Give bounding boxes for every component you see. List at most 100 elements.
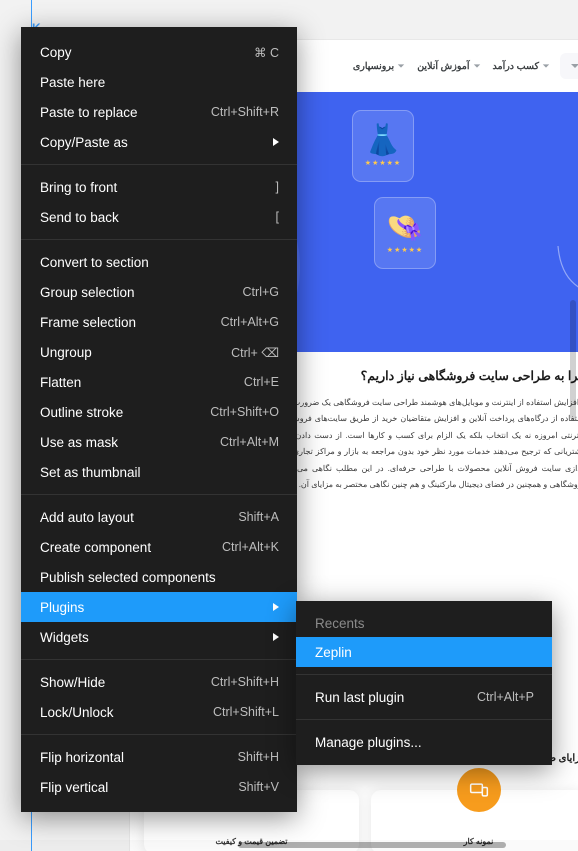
menu-item-show-hide[interactable]: Show/Hide Ctrl+Shift+H [21, 667, 297, 697]
menu-item-lock-unlock[interactable]: Lock/Unlock Ctrl+Shift+L [21, 697, 297, 727]
menu-item-label: Show/Hide [40, 674, 106, 690]
menu-item-shortcut: Ctrl+Shift+H [210, 675, 279, 689]
menu-item-flatten[interactable]: Flatten Ctrl+E [21, 367, 297, 397]
menu-separator [296, 719, 552, 720]
menu-separator [21, 239, 297, 240]
nav-item-label: آموزش آنلاین [417, 60, 470, 72]
menu-item-label: Add auto layout [40, 509, 134, 525]
submenu-arrow-icon [273, 603, 279, 611]
menu-item-label: Create component [40, 539, 152, 555]
menu-item-paste-here[interactable]: Paste here [21, 67, 297, 97]
menu-item-set-as-thumbnail[interactable]: Set as thumbnail [21, 457, 297, 487]
menu-item-label: Outline stroke [40, 404, 124, 420]
nav-item-2[interactable]: کسب درآمد [493, 61, 551, 72]
menu-item-label: Plugins [40, 599, 85, 615]
product-card-dress[interactable]: 👗 ★★★★★ [352, 110, 414, 182]
horizontal-scrollbar-thumb[interactable] [238, 842, 506, 848]
menu-item-shortcut: Ctrl+Shift+L [212, 705, 279, 719]
menu-item-shortcut: Ctrl+G [242, 285, 279, 299]
menu-item-use-as-mask[interactable]: Use as mask Ctrl+Alt+M [21, 427, 297, 457]
menu-item-ungroup[interactable]: Ungroup Ctrl+ ⌫ [21, 337, 297, 367]
menu-item-shortcut: Ctrl+Shift+O [210, 405, 279, 419]
menu-separator [296, 674, 552, 675]
menu-item-label: Paste here [40, 74, 106, 90]
submenu-item-manage-plugins[interactable]: Manage plugins... [296, 727, 552, 757]
menu-item-shortcut: Ctrl+Alt+G [220, 315, 279, 329]
menu-item-shortcut: Ctrl+ ⌫ [231, 345, 279, 360]
menu-item-label: Paste to replace [40, 104, 138, 120]
menu-item-label: Widgets [40, 629, 89, 645]
menu-item-shortcut: ⌘ C [254, 45, 279, 60]
rating-stars: ★★★★★ [386, 246, 424, 254]
menu-item-frame-selection[interactable]: Frame selection Ctrl+Alt+G [21, 307, 297, 337]
menu-item-label: Flip vertical [40, 779, 109, 795]
submenu-item-label: Zeplin [315, 644, 352, 660]
menu-item-copy-paste-as[interactable]: Copy/Paste as [21, 127, 297, 157]
devices-icon [456, 768, 501, 812]
menu-item-add-auto-layout[interactable]: Add auto layout Shift+A [21, 502, 297, 532]
menu-item-label: Set as thumbnail [40, 464, 141, 480]
menu-item-shortcut: ] [275, 180, 279, 194]
nav-item-0[interactable]: برونسپاری [353, 61, 405, 72]
menu-item-shortcut: Shift+V [238, 780, 279, 794]
nav-item-label: کسب درآمد [492, 60, 540, 72]
menu-item-flip-vertical[interactable]: Flip vertical Shift+V [21, 772, 297, 802]
menu-item-outline-stroke[interactable]: Outline stroke Ctrl+Shift+O [21, 397, 297, 427]
vertical-scrollbar-thumb[interactable] [570, 300, 576, 420]
submenu-item-label: Run last plugin [315, 689, 405, 705]
menu-item-send-to-back[interactable]: Send to back [ [21, 202, 297, 232]
submenu-arrow-icon [273, 138, 279, 146]
nav-item-1[interactable]: آموزش آنلاین [417, 61, 480, 72]
menu-item-shortcut: Shift+H [237, 750, 279, 764]
menu-item-label: Use as mask [40, 434, 119, 450]
menu-separator [21, 494, 297, 495]
chevron-down-icon [473, 64, 480, 68]
submenu-arrow-icon [273, 633, 279, 641]
menu-item-create-component[interactable]: Create component Ctrl+Alt+K [21, 532, 297, 562]
menu-item-group-selection[interactable]: Group selection Ctrl+G [21, 277, 297, 307]
menu-item-shortcut: Ctrl+Alt+M [219, 435, 279, 449]
submenu-item-zeplin[interactable]: Zeplin [296, 637, 552, 667]
menu-item-publish-selected-components[interactable]: Publish selected components [21, 562, 297, 592]
menu-item-widgets[interactable]: Widgets [21, 622, 297, 652]
menu-item-label: Bring to front [40, 179, 118, 195]
menu-item-bring-to-front[interactable]: Bring to front ] [21, 172, 297, 202]
submenu-section-recents: Recents [296, 609, 552, 637]
submenu-item-label: Manage plugins... [315, 734, 422, 750]
chevron-down-icon [571, 64, 578, 68]
menu-separator [21, 734, 297, 735]
rating-stars: ★★★★★ [364, 159, 402, 167]
menu-item-label: Flip horizontal [40, 749, 125, 765]
menu-item-label: Group selection [40, 284, 135, 300]
submenu-item-run-last-plugin[interactable]: Run last plugin Ctrl+Alt+P [296, 682, 552, 712]
menu-item-label: Copy/Paste as [40, 134, 128, 150]
product-card-hat[interactable]: 👒 ★★★★★ [374, 197, 436, 269]
menu-item-label: Flatten [40, 374, 82, 390]
menu-item-label: Convert to section [40, 254, 149, 270]
menu-item-plugins[interactable]: Plugins [21, 592, 297, 622]
menu-item-flip-horizontal[interactable]: Flip horizontal Shift+H [21, 742, 297, 772]
chevron-down-icon [398, 64, 405, 68]
menu-item-shortcut: Ctrl+Shift+R [210, 105, 279, 119]
menu-item-label: Ungroup [40, 344, 92, 360]
menu-item-label: Copy [40, 44, 72, 60]
site-nav: برونسپاری آموزش آنلاین کسب درآمد [353, 61, 550, 72]
menu-item-shortcut: Shift+A [238, 510, 279, 524]
squiggle-decoration [557, 245, 578, 288]
menu-item-label: Lock/Unlock [40, 704, 114, 720]
menu-item-convert-to-section[interactable]: Convert to section [21, 247, 297, 277]
dress-icon: 👗 [364, 123, 402, 157]
plugins-submenu[interactable]: Recents Zeplin Run last plugin Ctrl+Alt+… [296, 601, 552, 765]
menu-separator [21, 659, 297, 660]
menu-item-label: Send to back [40, 209, 119, 225]
menu-item-copy[interactable]: Copy ⌘ C [21, 37, 297, 67]
hat-icon: 👒 [386, 210, 424, 244]
nav-item-label: برونسپاری [352, 60, 395, 72]
submenu-section-label: Recents [315, 615, 365, 631]
menu-item-shortcut: Ctrl+E [243, 375, 279, 389]
account-dropdown-button[interactable] [560, 53, 578, 79]
context-menu[interactable]: Copy ⌘ C Paste here Paste to replace Ctr… [21, 27, 297, 812]
chevron-down-icon [542, 64, 550, 68]
menu-item-paste-to-replace[interactable]: Paste to replace Ctrl+Shift+R [21, 97, 297, 127]
menu-item-label: Frame selection [40, 314, 137, 330]
